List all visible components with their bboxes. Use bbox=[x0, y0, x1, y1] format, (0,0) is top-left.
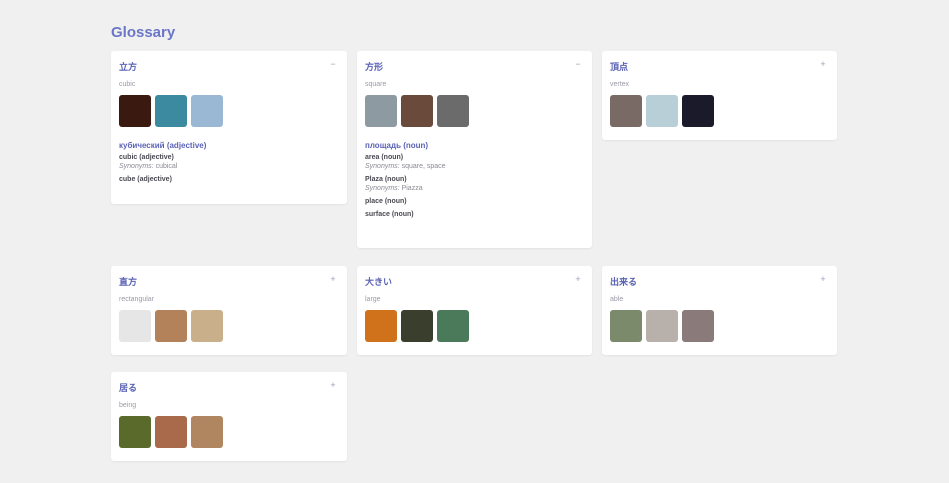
card-translation: large bbox=[365, 296, 381, 303]
thumbnail-image[interactable] bbox=[682, 310, 714, 342]
image-row bbox=[119, 416, 339, 448]
card-header[interactable]: 居る + bbox=[119, 372, 339, 398]
thumbnail-image[interactable] bbox=[191, 310, 223, 342]
synonyms-value: square, space bbox=[401, 163, 446, 170]
card-word: 立方 bbox=[119, 62, 138, 72]
card-translation: being bbox=[119, 402, 137, 409]
thumbnail-image[interactable] bbox=[646, 310, 678, 342]
glossary-card: 方形 − square площадь (noun) area (noun) S… bbox=[357, 51, 592, 248]
image-row bbox=[610, 310, 829, 342]
image-row bbox=[365, 95, 584, 127]
card-word: 頂点 bbox=[610, 62, 629, 72]
definition-title: кубический (adjective) bbox=[119, 141, 207, 150]
thumbnail-image[interactable] bbox=[365, 310, 397, 342]
sense-term: cube (adjective) bbox=[119, 176, 172, 183]
card-header[interactable]: 大きい + bbox=[365, 266, 584, 292]
sense-term: area (noun) bbox=[365, 154, 404, 161]
glossary-card: 立方 − cubic кубический (adjective) cubic … bbox=[111, 51, 347, 204]
expand-icon[interactable]: + bbox=[327, 379, 339, 391]
synonyms-label: Synonyms: bbox=[119, 163, 154, 170]
definition-title: площадь (noun) bbox=[365, 141, 429, 150]
image-row bbox=[610, 95, 829, 127]
expand-icon[interactable]: + bbox=[817, 58, 829, 70]
card-word: 大きい bbox=[365, 277, 393, 287]
thumbnail-image[interactable] bbox=[155, 95, 187, 127]
page-title: Glossary bbox=[111, 24, 176, 41]
collapse-icon[interactable]: − bbox=[327, 58, 339, 70]
thumbnail-image[interactable] bbox=[610, 310, 642, 342]
sense-synonyms: Synonyms: square, space bbox=[365, 163, 584, 170]
thumbnail-image[interactable] bbox=[610, 95, 642, 127]
sense-term: Plaza (noun) bbox=[365, 176, 407, 183]
thumbnail-image[interactable] bbox=[191, 95, 223, 127]
thumbnail-image[interactable] bbox=[401, 95, 433, 127]
glossary-card: 居る + being bbox=[111, 372, 347, 461]
sense-item: cubic (adjective) Synonyms: cubical bbox=[119, 154, 339, 170]
card-translation: cubic bbox=[119, 81, 136, 88]
synonyms-label: Synonyms: bbox=[365, 163, 400, 170]
thumbnail-image[interactable] bbox=[401, 310, 433, 342]
card-header[interactable]: 頂点 + bbox=[610, 51, 829, 77]
image-row bbox=[365, 310, 584, 342]
card-header[interactable]: 直方 + bbox=[119, 266, 339, 292]
thumbnail-image[interactable] bbox=[437, 310, 469, 342]
thumbnail-image[interactable] bbox=[119, 310, 151, 342]
card-header[interactable]: 出来る + bbox=[610, 266, 829, 292]
glossary-card: 直方 + rectangular bbox=[111, 266, 347, 355]
synonyms-value: Piazza bbox=[401, 185, 423, 192]
card-header[interactable]: 方形 − bbox=[365, 51, 584, 77]
collapse-icon[interactable]: − bbox=[572, 58, 584, 70]
expand-icon[interactable]: + bbox=[817, 273, 829, 285]
thumbnail-image[interactable] bbox=[682, 95, 714, 127]
sense-term: surface (noun) bbox=[365, 211, 414, 218]
glossary-card: 大きい + large bbox=[357, 266, 592, 355]
card-translation: square bbox=[365, 81, 387, 88]
thumbnail-image[interactable] bbox=[365, 95, 397, 127]
thumbnail-image[interactable] bbox=[155, 416, 187, 448]
image-row bbox=[119, 95, 339, 127]
glossary-card: 頂点 + vertex bbox=[602, 51, 837, 140]
card-word: 居る bbox=[119, 383, 138, 393]
expand-icon[interactable]: + bbox=[572, 273, 584, 285]
definitions: кубический (adjective) cubic (adjective)… bbox=[119, 141, 339, 183]
card-word: 方形 bbox=[365, 62, 384, 72]
card-translation: rectangular bbox=[119, 296, 155, 303]
sense-synonyms: Synonyms: Piazza bbox=[365, 185, 584, 192]
thumbnail-image[interactable] bbox=[646, 95, 678, 127]
card-word: 直方 bbox=[119, 277, 138, 287]
card-header[interactable]: 立方 − bbox=[119, 51, 339, 77]
sense-term: place (noun) bbox=[365, 198, 407, 205]
card-word: 出来る bbox=[610, 277, 638, 287]
glossary-card: 出来る + able bbox=[602, 266, 837, 355]
thumbnail-image[interactable] bbox=[155, 310, 187, 342]
synonyms-label: Synonyms: bbox=[365, 185, 400, 192]
sense-item: place (noun) bbox=[365, 198, 584, 205]
thumbnail-image[interactable] bbox=[437, 95, 469, 127]
sense-synonyms: Synonyms: cubical bbox=[119, 163, 339, 170]
sense-term: cubic (adjective) bbox=[119, 154, 174, 161]
sense-item: Plaza (noun) Synonyms: Piazza bbox=[365, 176, 584, 192]
thumbnail-image[interactable] bbox=[119, 95, 151, 127]
thumbnail-image[interactable] bbox=[191, 416, 223, 448]
sense-item: surface (noun) bbox=[365, 211, 584, 218]
sense-item: area (noun) Synonyms: square, space bbox=[365, 154, 584, 170]
card-translation: vertex bbox=[610, 81, 630, 88]
sense-item: cube (adjective) bbox=[119, 176, 339, 183]
image-row bbox=[119, 310, 339, 342]
definitions: площадь (noun) area (noun) Synonyms: squ… bbox=[365, 141, 584, 218]
expand-icon[interactable]: + bbox=[327, 273, 339, 285]
synonyms-value: cubical bbox=[155, 163, 178, 170]
card-translation: able bbox=[610, 296, 624, 303]
thumbnail-image[interactable] bbox=[119, 416, 151, 448]
